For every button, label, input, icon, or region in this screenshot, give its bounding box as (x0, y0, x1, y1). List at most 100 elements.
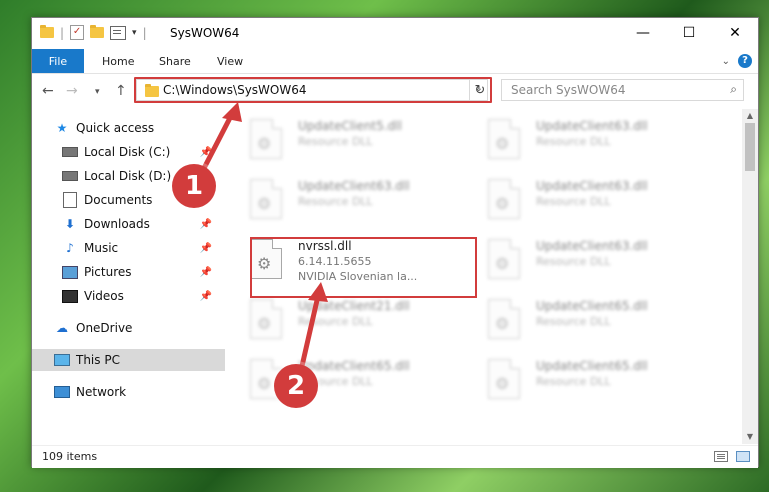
tab-view[interactable]: View (217, 49, 243, 73)
address-bar[interactable]: C:\Windows\SysWOW64 ⌄ (136, 79, 488, 101)
scroll-down-arrow-icon[interactable]: ▼ (742, 430, 758, 444)
file-description: Resource DLL (536, 195, 611, 208)
maximize-button[interactable]: ☐ (666, 18, 712, 48)
dll-file-icon: ⚙ (488, 239, 520, 279)
file-item[interactable]: ⚙ UpdateClient65.dll Resource DLL (464, 293, 694, 349)
file-description: Resource DLL (536, 135, 611, 148)
help-icon[interactable]: ? (738, 54, 752, 68)
window-controls: — ☐ ✕ (620, 18, 758, 48)
pin-icon: 📌 (199, 266, 212, 278)
status-bar: 109 items (32, 445, 758, 468)
cloud-icon: ☁ (56, 321, 68, 335)
tab-home[interactable]: Home (102, 49, 134, 73)
search-icon[interactable]: ⌕ (730, 82, 737, 97)
nav-item-local-disk-c[interactable]: Local Disk (C:) 📌 (62, 141, 212, 163)
file-description: Resource DLL (298, 195, 373, 208)
drive-icon (62, 145, 78, 159)
dll-file-icon: ⚙ (488, 359, 520, 399)
dll-file-icon: ⚙ (488, 299, 520, 339)
ribbon-right-controls: ⌄ ? (722, 54, 752, 68)
file-item[interactable]: ⚙ UpdateClient21.dll Resource DLL (226, 293, 456, 349)
nav-item-label: Videos (84, 289, 124, 303)
dll-file-icon: ⚙ (488, 119, 520, 159)
folder-icon (40, 25, 54, 38)
address-path[interactable]: C:\Windows\SysWOW64 (163, 83, 307, 97)
file-name: UpdateClient63.dll (536, 239, 648, 253)
nav-item-label: Network (76, 385, 127, 399)
file-item[interactable]: ⚙ UpdateClient63.dll Resource DLL (226, 173, 456, 229)
nav-item-downloads[interactable]: ⬇ Downloads 📌 (62, 213, 212, 235)
dll-file-icon: ⚙ (488, 179, 520, 219)
window-title: SysWOW64 (170, 26, 240, 40)
search-box[interactable]: Search SysWOW64 ⌕ (501, 79, 744, 101)
explorer-window: | ✓ ▾ | SysWOW64 — ☐ ✕ File Home Share V… (31, 17, 759, 468)
close-button[interactable]: ✕ (712, 18, 758, 48)
file-item[interactable]: ⚙ UpdateClient5.dll Resource DLL (226, 113, 456, 169)
file-item[interactable]: ⚙ UpdateClient63.dll Resource DLL (464, 113, 694, 169)
up-arrow-icon[interactable]: ↑ (115, 83, 127, 99)
item-count: 109 items (42, 450, 98, 463)
file-name: UpdateClient63.dll (298, 179, 410, 193)
details-view-icon[interactable] (714, 451, 728, 462)
scroll-thumb[interactable] (745, 123, 755, 171)
file-item-nvrssl[interactable]: ⚙ nvrssl.dll 6.14.11.5655 NVIDIA Sloveni… (226, 233, 456, 289)
search-placeholder: Search SysWOW64 (511, 83, 626, 97)
nav-item-label: Local Disk (C:) (84, 145, 171, 159)
downloads-icon: ⬇ (64, 217, 76, 231)
quick-access-toolbar: | ✓ ▾ | (40, 25, 147, 40)
nav-item-this-pc[interactable]: This PC (32, 349, 225, 371)
expand-ribbon-chevron-icon[interactable]: ⌄ (722, 56, 730, 67)
ribbon-tabs: File Home Share View ⌄ ? (32, 49, 758, 74)
scroll-up-arrow-icon[interactable]: ▲ (742, 109, 758, 123)
file-item[interactable]: ⚙ UpdateClient63.dll Resource DLL (464, 233, 694, 289)
toolbar-separator: | (60, 25, 65, 40)
tab-file[interactable]: File (32, 49, 84, 73)
nav-item-local-disk-d[interactable]: Local Disk (D:) 📌 (62, 165, 212, 187)
tab-share[interactable]: Share (159, 49, 191, 73)
nav-item-network[interactable]: Network (54, 381, 126, 403)
dll-file-icon: ⚙ (250, 119, 282, 159)
refresh-icon[interactable]: ↻ (469, 79, 490, 101)
new-folder-icon[interactable] (90, 25, 105, 38)
vertical-scrollbar[interactable]: ▲ ▼ (742, 109, 758, 444)
drive-icon (62, 169, 78, 183)
large-icons-view-icon[interactable] (736, 451, 750, 462)
properties-check-icon[interactable]: ✓ (70, 25, 85, 40)
nav-item-label: Downloads (84, 217, 150, 231)
file-name: UpdateClient65.dll (536, 299, 648, 313)
nav-item-documents[interactable]: Documents 📌 (62, 189, 212, 211)
nav-item-videos[interactable]: Videos 📌 (62, 285, 212, 307)
videos-icon (62, 289, 78, 303)
minimize-button[interactable]: — (620, 18, 666, 48)
nav-item-label: OneDrive (76, 321, 133, 335)
properties-icon[interactable] (110, 25, 127, 40)
nav-item-label: Documents (84, 193, 153, 207)
file-name: UpdateClient65.dll (298, 359, 410, 373)
pin-icon: 📌 (199, 242, 212, 254)
nav-item-pictures[interactable]: Pictures 📌 (62, 261, 212, 283)
file-item[interactable]: ⚙ UpdateClient65.dll Resource DLL (226, 353, 456, 409)
file-version: 6.14.11.5655 (298, 255, 372, 268)
file-item[interactable]: ⚙ UpdateClient65.dll Resource DLL (464, 353, 694, 409)
callout-badge-2: 2 (274, 364, 318, 408)
computer-icon (54, 353, 70, 367)
file-description: Resource DLL (298, 315, 373, 328)
file-name: UpdateClient21.dll (298, 299, 410, 313)
file-description: NVIDIA Slovenian la... (298, 270, 418, 283)
back-arrow-icon[interactable]: ← (42, 83, 54, 99)
nav-item-music[interactable]: ♪ Music 📌 (62, 237, 212, 259)
nav-item-label: Local Disk (D:) (84, 169, 172, 183)
nav-item-label: Music (84, 241, 119, 255)
file-name: UpdateClient63.dll (536, 179, 648, 193)
forward-arrow-icon[interactable]: → (66, 83, 78, 99)
network-icon (54, 385, 70, 399)
nav-item-quick-access[interactable]: ★ Quick access (54, 117, 155, 139)
file-item[interactable]: ⚙ UpdateClient63.dll Resource DLL (464, 173, 694, 229)
nav-item-onedrive[interactable]: ☁ OneDrive (54, 317, 132, 339)
customize-toolbar-chevron-icon[interactable]: ▾ (132, 28, 137, 38)
nav-item-label: This PC (76, 353, 120, 367)
file-description: Resource DLL (536, 255, 611, 268)
recent-locations-chevron-icon[interactable]: ▾ (95, 87, 100, 97)
music-icon: ♪ (66, 241, 74, 255)
address-folder-icon (145, 84, 159, 97)
